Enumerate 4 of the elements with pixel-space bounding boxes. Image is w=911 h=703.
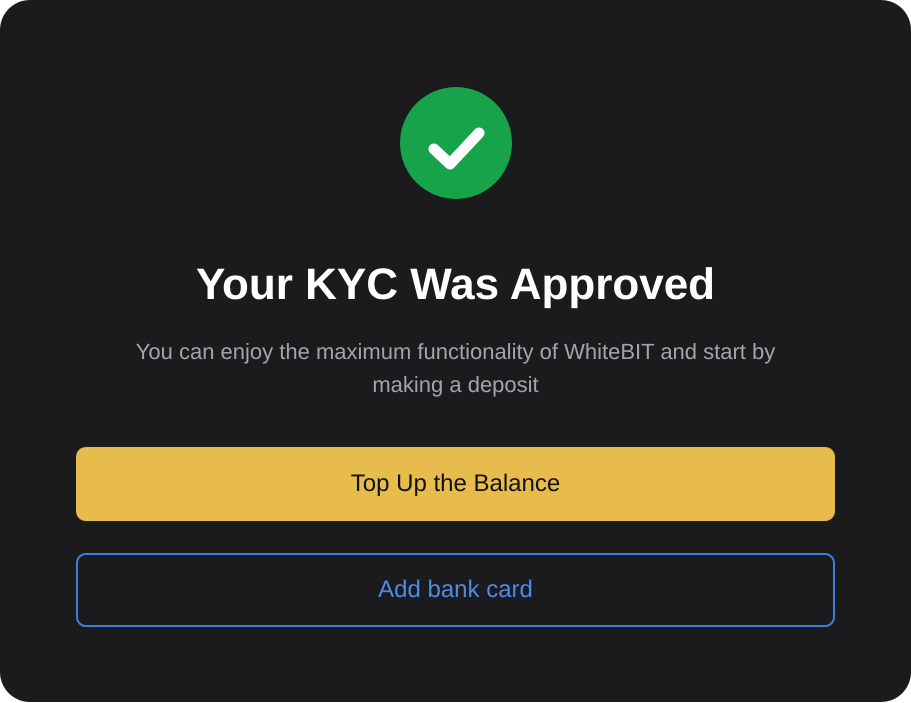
dialog-title: Your KYC Was Approved	[196, 259, 716, 311]
top-up-button[interactable]: Top Up the Balance	[76, 447, 835, 521]
add-card-button[interactable]: Add bank card	[76, 553, 835, 627]
dialog-description: You can enjoy the maximum functionality of WhiteBIT and start by making a deposit	[134, 338, 776, 399]
